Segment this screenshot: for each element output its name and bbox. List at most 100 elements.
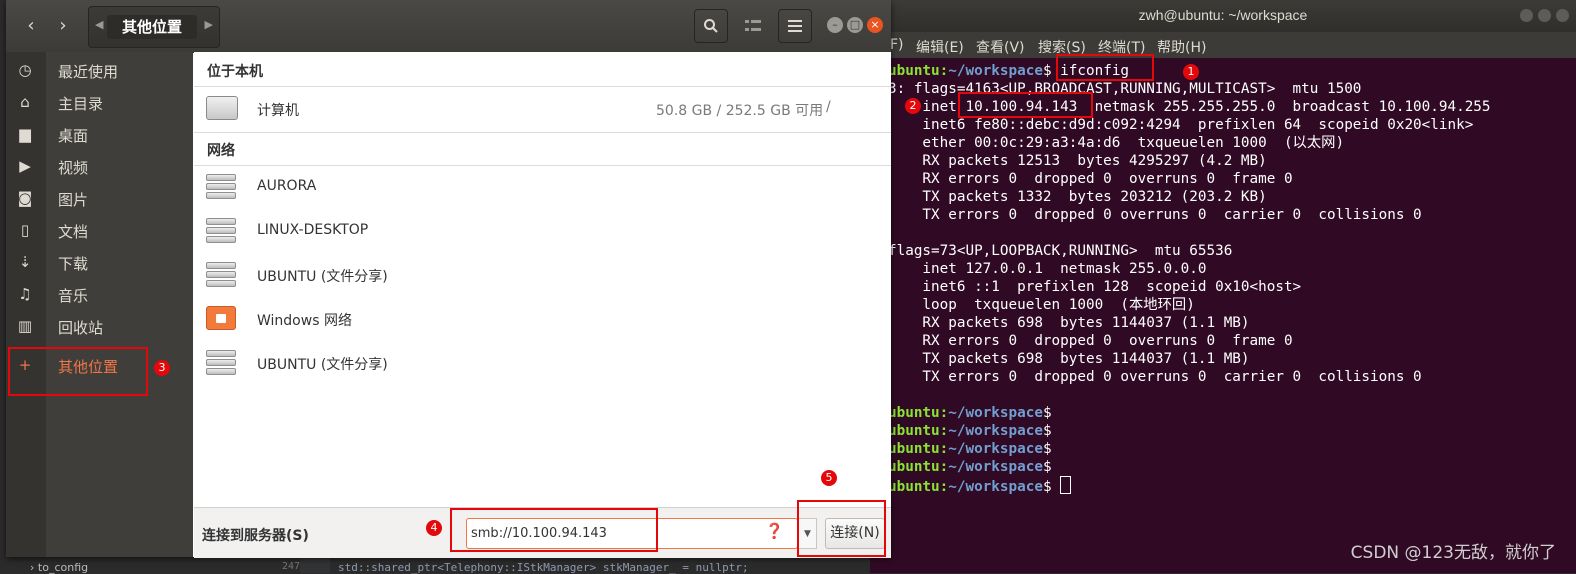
- terminal-window[interactable]: zwh@ubuntu: ~/workspace F) 编辑(E) 查看(V) 搜…: [870, 0, 1576, 573]
- maximize-button[interactable]: [1538, 9, 1551, 22]
- list-view-icon[interactable]: [736, 9, 770, 43]
- sidebar-item-label: 主目录: [58, 95, 104, 113]
- server-icon: [206, 218, 238, 244]
- divider: [194, 132, 891, 133]
- list-item[interactable]: UBUNTU (文件分享): [194, 342, 891, 384]
- terminal-title: zwh@ubuntu: ~/workspace: [1138, 7, 1308, 23]
- item-label: LINUX-DESKTOP: [257, 222, 369, 238]
- sidebar-item-label: 文档: [58, 223, 89, 241]
- document-icon: ▯: [20, 221, 30, 239]
- prompt-user: ubuntu: [888, 63, 940, 79]
- sidebar-item-7[interactable]: ♫ 音乐: [6, 279, 193, 309]
- sidebar-item-4[interactable]: ◙ 图片: [6, 183, 193, 213]
- back-icon[interactable]: ‹: [14, 9, 48, 43]
- forward-icon[interactable]: ›: [46, 9, 80, 43]
- item-label: 计算机: [257, 103, 299, 119]
- text-cursor: [1060, 476, 1072, 494]
- sidebar-item-1[interactable]: ⌂ 主目录: [6, 87, 193, 117]
- path-scroll-right-icon[interactable]: ▶: [205, 18, 213, 31]
- file-manager-window[interactable]: ‹ › ◀ 其他位置 ▶ – □ × ◷ 最近使用 ⌂ 主目录 ▆ 桌面 ▶ 视频 ◙ 图片 ▯ 文档…: [6, 0, 891, 558]
- minimize-button[interactable]: –: [827, 17, 843, 33]
- music-icon: ♫: [18, 285, 32, 303]
- prompt-path: ~/workspace: [948, 441, 1043, 457]
- sidebar-item-0[interactable]: ◷ 最近使用: [6, 55, 193, 85]
- terminal-output-line: inet 127.0.0.1 netmask 255.0.0.0: [888, 261, 1207, 277]
- path-bar[interactable]: ◀ 其他位置 ▶: [88, 6, 220, 48]
- item-label: UBUNTU (文件分享): [257, 357, 388, 373]
- prompt-path: ~/workspace: [948, 423, 1043, 439]
- server-icon: [206, 174, 238, 200]
- terminal-prompt-line: ubuntu:~/workspace$: [888, 441, 1061, 457]
- list-item-computer[interactable]: 计算机 50.8 GB / 252.5 GB 可用 /: [194, 88, 891, 130]
- menu-item-view[interactable]: 查看(V): [976, 37, 1025, 57]
- path-scroll-left-icon[interactable]: ◀: [95, 18, 103, 31]
- terminal-output-line: TX packets 1332 bytes 203212 (203.2 KB): [888, 189, 1267, 205]
- sidebar-item-8[interactable]: ▥ 回收站: [6, 311, 193, 341]
- menu-item-edit[interactable]: 编辑(E): [916, 37, 964, 57]
- terminal-prompt-line: ubuntu:~/workspace$: [888, 423, 1061, 439]
- path-current[interactable]: 其他位置: [107, 15, 197, 39]
- sidebar-item-label: 下载: [58, 255, 89, 273]
- close-button[interactable]: ×: [867, 17, 883, 33]
- prompt-path: ~/workspace: [948, 479, 1043, 495]
- help-icon[interactable]: ❓: [765, 522, 784, 540]
- server-icon: [206, 350, 238, 376]
- terminal-output-line: RX packets 12513 bytes 4295297 (4.2 MB): [888, 153, 1267, 169]
- sidebar: ◷ 最近使用 ⌂ 主目录 ▆ 桌面 ▶ 视频 ◙ 图片 ▯ 文档 ⇣ 下载 ♫ 音乐 ▥ 回收站 + 其他位置: [6, 52, 193, 557]
- list-item[interactable]: AURORA: [194, 166, 891, 208]
- prompt-path: ~/workspace: [948, 405, 1043, 421]
- sidebar-item-6[interactable]: ⇣ 下载: [6, 247, 193, 277]
- minimize-button[interactable]: [1520, 9, 1533, 22]
- terminal-prompt-line: ubuntu:~/workspace$: [888, 405, 1061, 421]
- annotation-number: 3: [154, 360, 170, 376]
- terminal-prompt-line: ubuntu:~/workspace$: [888, 476, 1491, 495]
- network-folder-icon: [206, 306, 238, 332]
- terminal-output-line: inet6 fe80::debc:d9d:c092:4294 prefixlen…: [888, 117, 1474, 133]
- sidebar-item-label: 音乐: [58, 287, 89, 305]
- sidebar-item-label: 回收站: [58, 319, 104, 337]
- sidebar-item-3[interactable]: ▶ 视频: [6, 151, 193, 181]
- menu-item-help[interactable]: 帮助(H): [1157, 37, 1206, 57]
- annotation-box-connect: [797, 500, 886, 557]
- terminal-output-line: RX errors 0 dropped 0 overruns 0 frame 0: [888, 171, 1293, 187]
- tree-item[interactable]: › to_config: [30, 561, 88, 574]
- annotation-number: 2: [905, 98, 921, 114]
- sidebar-item-2[interactable]: ▆ 桌面: [6, 119, 193, 149]
- prompt-path: ~/workspace: [948, 63, 1043, 79]
- mount-point: /: [826, 99, 831, 115]
- menu-item-file[interactable]: F): [890, 37, 904, 53]
- item-label: Windows 网络: [257, 313, 352, 329]
- item-label: UBUNTU (文件分享): [257, 269, 388, 285]
- close-button[interactable]: [1556, 9, 1569, 22]
- menu-icon[interactable]: [778, 9, 812, 43]
- search-icon[interactable]: [694, 9, 728, 43]
- list-item[interactable]: UBUNTU (文件分享): [194, 254, 891, 296]
- download-icon: ⇣: [18, 253, 32, 271]
- maximize-button[interactable]: □: [847, 17, 863, 33]
- annotation-number: 5: [821, 470, 837, 486]
- terminal-output[interactable]: ubuntu:~/workspace$ ifconfig 3: flags=416…: [888, 62, 1491, 495]
- divider: [194, 86, 891, 87]
- terminal-menubar: F) 编辑(E) 查看(V) 搜索(S) 终端(T) 帮助(H): [870, 32, 1576, 58]
- annotation-box-ip: [958, 92, 1093, 118]
- terminal-output-line: TX packets 698 bytes 1144037 (1.1 MB): [888, 351, 1250, 367]
- code-line: std::shared_ptr<Telephony::IStkManager> …: [338, 561, 749, 574]
- list-item[interactable]: Windows 网络: [194, 298, 891, 340]
- headerbar[interactable]: ‹ › ◀ 其他位置 ▶ – □ ×: [6, 0, 891, 53]
- terminal-output-line: inet6 ::1 prefixlen 128 scopeid 0x10<hos…: [888, 279, 1302, 295]
- video-icon: ▶: [19, 157, 31, 175]
- section-network: 网络: [207, 143, 235, 159]
- terminal-prompt-line: ubuntu:~/workspace$: [888, 459, 1061, 475]
- drive-icon: [206, 96, 238, 122]
- section-local: 位于本机: [207, 64, 263, 80]
- list-item[interactable]: LINUX-DESKTOP: [194, 210, 891, 252]
- sidebar-item-label: 图片: [58, 191, 89, 209]
- terminal-output-line: TX errors 0 dropped 0 overruns 0 carrier…: [888, 369, 1422, 385]
- prompt-user: ubuntu: [888, 479, 940, 495]
- prompt-user: ubuntu: [888, 441, 940, 457]
- sidebar-item-5[interactable]: ▯ 文档: [6, 215, 193, 245]
- home-icon: ⌂: [20, 93, 30, 111]
- terminal-titlebar[interactable]: zwh@ubuntu: ~/workspace: [870, 0, 1576, 32]
- annotation-box-command: [1056, 54, 1154, 81]
